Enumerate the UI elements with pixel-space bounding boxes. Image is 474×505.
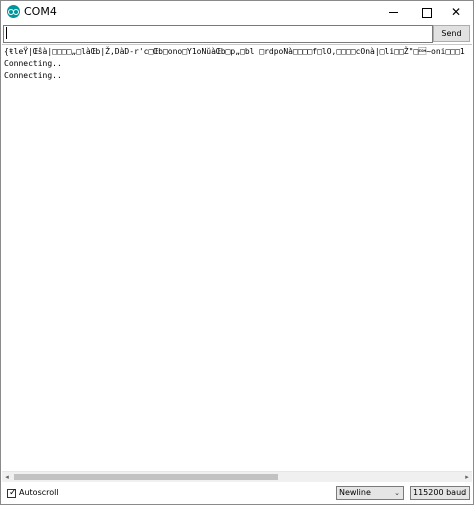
arduino-icon [7,5,20,18]
send-row [1,24,473,44]
text-caret [6,27,7,39]
serial-monitor-window: COM4 ✕ Send {ŧleŸ|Œŝà|□□□□„□làŒb|Ž,DàD-r… [0,0,474,505]
maximize-icon [422,7,432,18]
chevron-down-icon: ⌄ [394,489,400,497]
scroll-left-arrow-icon[interactable]: ◂ [2,472,12,482]
serial-output-area[interactable]: {ŧleŸ|Œŝà|□□□□„□làŒb|Ž,DàD-r'c□Œb□ono□Y1… [2,44,472,472]
minimize-button[interactable] [376,1,410,23]
output-line: Connecting.. [4,59,62,68]
send-button[interactable]: Send [433,25,470,42]
output-line: Connecting.. [4,71,62,80]
line-ending-value: Newline [339,488,371,497]
chevron-down-icon: ⌄ [460,489,466,497]
checkmark-icon: ✓ [9,488,17,498]
autoscroll-checkbox[interactable]: ✓ [7,488,17,498]
autoscroll-label: Autoscroll [19,488,59,497]
scroll-right-arrow-icon[interactable]: ▸ [462,472,472,482]
line-ending-select[interactable]: Newline ⌄ [336,486,404,500]
horizontal-scrollbar[interactable]: ◂ ▸ [2,471,472,482]
title-bar: COM4 ✕ [1,1,473,23]
serial-input-field[interactable] [3,25,433,43]
baud-rate-value: 115200 baud [413,488,467,497]
minimize-icon [388,12,398,13]
window-title: COM4 [24,5,57,18]
baud-rate-select[interactable]: 115200 baud ⌄ [410,486,470,500]
output-line-garbled: {ŧleŸ|Œŝà|□□□□„□làŒb|Ž,DàD-r'c□Œb□ono□Y1… [4,47,465,56]
close-icon: ✕ [450,5,462,19]
close-button[interactable]: ✕ [439,1,473,23]
horizontal-scroll-thumb[interactable] [14,474,278,480]
